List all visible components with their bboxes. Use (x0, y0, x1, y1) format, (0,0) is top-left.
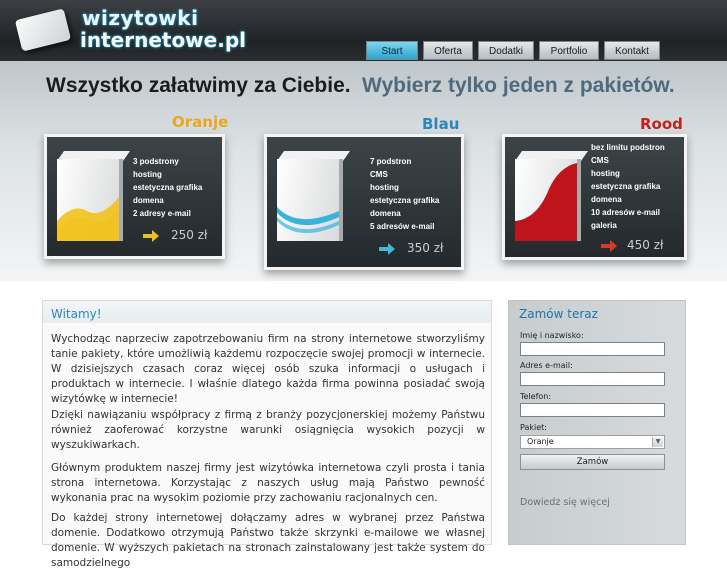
feature-item: 3 podstrony (133, 157, 179, 166)
feature-item: estetyczna grafika (591, 182, 661, 191)
feature-item: 2 adresy e-mail (133, 209, 191, 218)
feature-item: CMS (370, 170, 388, 179)
logo-card-icon (14, 8, 72, 52)
package-oranje-price: 250 zł (171, 228, 208, 242)
page-title: Witamy! (51, 307, 102, 321)
order-title: Zamów teraz (519, 307, 598, 321)
feature-item: 10 adresów e-mail (591, 208, 660, 217)
phone-label: Telefon: (520, 392, 552, 401)
paragraph: Głównym produktem naszej firmy jest wizy… (51, 462, 485, 504)
logo-line-2[interactable]: internetowe.pl (80, 28, 246, 52)
name-label: Imię i nazwisko: (520, 331, 584, 340)
feature-item: estetyczna grafika (370, 196, 440, 205)
package-select[interactable]: Oranje ▼ (520, 435, 665, 449)
package-blau-price: 350 zł (407, 241, 444, 255)
email-label: Adres e-mail: (520, 361, 573, 370)
slogan-secondary: Wybierz tylko jeden z pakietów. (362, 74, 675, 97)
paragraph: Do każdej strony internetowej dołączamy … (51, 512, 485, 569)
nav-kontakt[interactable]: Kontakt (604, 41, 660, 60)
nav-oferta[interactable]: Oferta (423, 41, 473, 60)
learn-more-link[interactable]: Dowiedz się więcej (520, 497, 610, 508)
paragraph: Dzięki nawiązaniu współpracy z firmą z b… (51, 409, 485, 451)
nav-start[interactable]: Start (366, 41, 418, 60)
package-box-icon (515, 159, 577, 241)
package-select-value: Oranje (527, 437, 554, 446)
order-submit-button[interactable]: Zamów (520, 454, 665, 470)
box-wave-icon (57, 197, 119, 241)
main-nav: Start Oferta Dodatki Portfolio Kontakt (366, 41, 660, 60)
package-oranje-features: 3 podstrony hosting estetyczna grafika d… (133, 155, 202, 220)
email-input[interactable] (520, 372, 665, 386)
feature-item: galeria (591, 221, 617, 230)
nav-dodatki[interactable]: Dodatki (478, 41, 534, 60)
package-blau-features: 7 podstron CMS hosting estetyczna grafik… (370, 155, 439, 233)
package-oranje-name: Oranje (172, 113, 229, 131)
name-input[interactable] (520, 342, 665, 356)
welcome-panel: Witamy! Wychodząc naprzeciw zapotrzebowa… (42, 300, 492, 569)
package-oranje-card[interactable]: 3 podstrony hosting estetyczna grafika d… (44, 134, 225, 259)
feature-item: hosting (370, 183, 399, 192)
arrow-right-icon (143, 230, 159, 242)
order-form: Zamów teraz Imię i nazwisko: Adres e-mai… (508, 300, 686, 545)
paragraph: Wychodząc naprzeciw zapotrzebowaniu firm… (51, 333, 485, 405)
phone-input[interactable] (520, 403, 665, 417)
package-box-icon (277, 159, 339, 241)
package-blau-name: Blau (422, 115, 460, 133)
package-rood-price: 450 zł (627, 238, 664, 252)
arrow-right-icon (379, 243, 395, 255)
package-label: Pakiet: (520, 423, 547, 432)
package-rood-name: Rood (640, 115, 683, 133)
feature-item: domena (370, 209, 401, 218)
feature-item: estetyczna grafika (133, 183, 203, 192)
package-rood-card[interactable]: bez limitu podstron CMS hosting estetycz… (502, 134, 687, 260)
header: wizytowki internetowe.pl Start Oferta Do… (0, 0, 727, 61)
nav-portfolio[interactable]: Portfolio (539, 41, 599, 60)
feature-item: domena (591, 195, 622, 204)
feature-item: hosting (591, 169, 620, 178)
feature-item: bez limitu podstron (591, 143, 665, 152)
package-rood-features: bez limitu podstron CMS hosting estetycz… (591, 141, 665, 232)
feature-item: domena (133, 196, 164, 205)
arrow-right-icon (601, 240, 617, 252)
panel-header (43, 301, 491, 323)
box-wave-icon (277, 207, 339, 234)
chevron-down-icon: ▼ (652, 437, 663, 447)
slogan-primary: Wszystko załatwimy za Ciebie. (46, 74, 351, 97)
feature-item: CMS (591, 156, 609, 165)
feature-item: hosting (133, 170, 162, 179)
package-box-icon (57, 159, 119, 241)
feature-item: 7 podstron (370, 157, 412, 166)
box-wave-icon (515, 163, 577, 241)
feature-item: 5 adresów e-mail (370, 222, 435, 231)
logo-line-1[interactable]: wizytowki (82, 6, 198, 30)
package-blau-card[interactable]: 7 podstron CMS hosting estetyczna grafik… (264, 134, 464, 270)
